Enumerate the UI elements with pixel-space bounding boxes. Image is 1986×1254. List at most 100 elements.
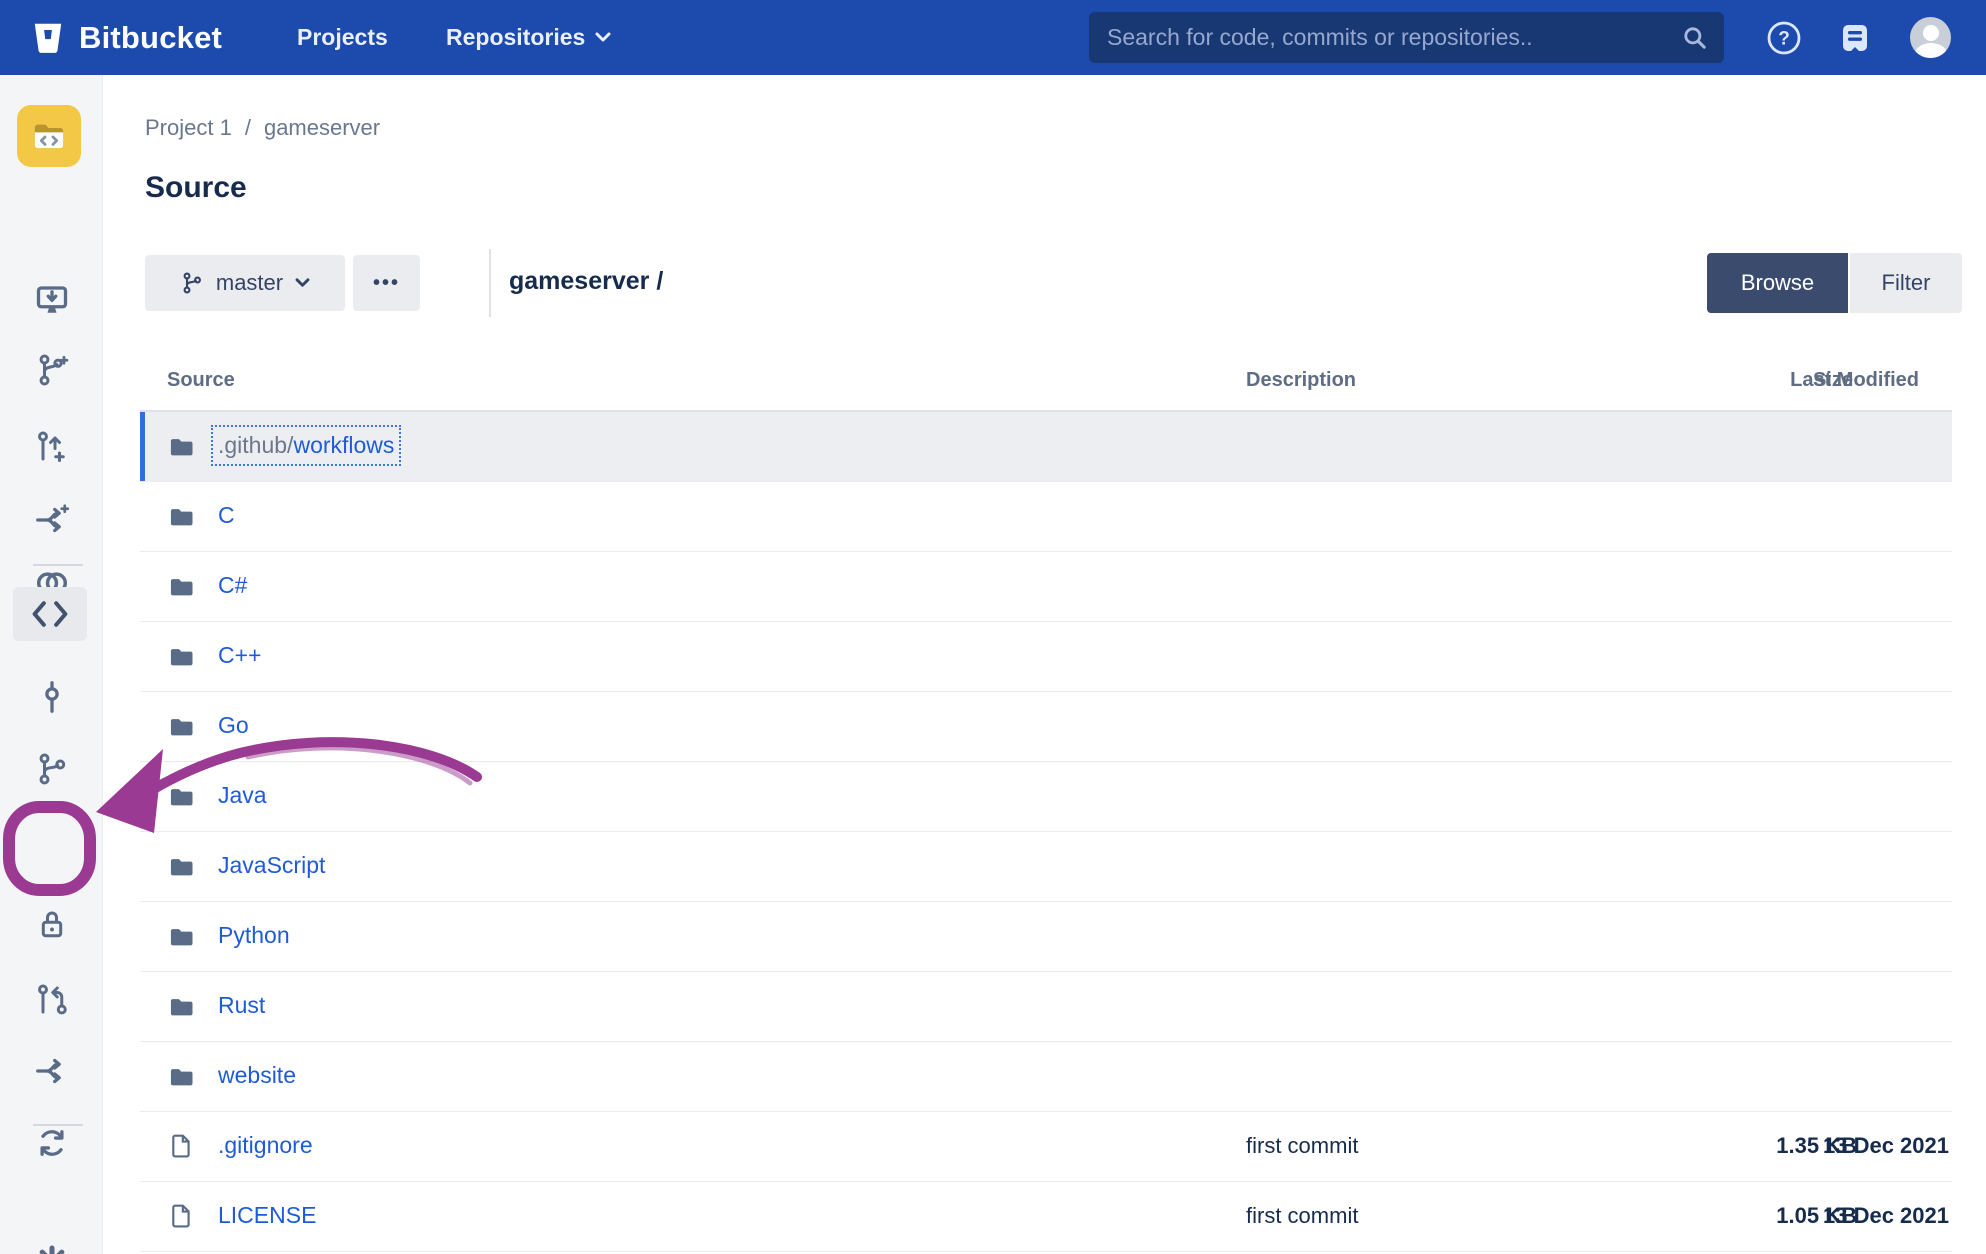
sidebar-item-repository[interactable] bbox=[17, 105, 81, 167]
folder-icon bbox=[168, 713, 196, 741]
chevron-down-icon bbox=[595, 32, 611, 43]
sidebar-item-forks[interactable] bbox=[0, 1053, 103, 1089]
folder-icon bbox=[168, 923, 196, 951]
bitbucket-app: Bitbucket Projects Repositories ? bbox=[0, 0, 1986, 1254]
nav-projects[interactable]: Projects bbox=[297, 0, 388, 75]
browse-button[interactable]: Browse bbox=[1707, 253, 1848, 313]
breadcrumb-repo[interactable]: gameserver bbox=[264, 115, 380, 141]
repository-folder-icon bbox=[29, 116, 69, 156]
security-lock-icon bbox=[34, 907, 70, 943]
create-branch-icon bbox=[34, 352, 70, 388]
sidebar-item-builds[interactable] bbox=[0, 1125, 103, 1161]
folder-link[interactable]: JavaScript bbox=[218, 852, 325, 879]
logo-text: Bitbucket bbox=[79, 20, 222, 56]
clone-icon bbox=[34, 282, 70, 318]
sidebar-item-pull-requests[interactable] bbox=[0, 982, 103, 1018]
toolbar-divider bbox=[489, 249, 491, 317]
nav-repositories[interactable]: Repositories bbox=[446, 0, 611, 75]
folder-link[interactable]: C# bbox=[218, 572, 247, 599]
folder-icon bbox=[168, 433, 196, 461]
folder-link[interactable]: Python bbox=[218, 922, 290, 949]
path-prefix: .github/ bbox=[218, 432, 293, 458]
feedback-button[interactable] bbox=[1833, 16, 1877, 60]
folder-icon bbox=[168, 783, 196, 811]
folder-link[interactable]: C bbox=[218, 502, 235, 529]
table-row: Python bbox=[140, 902, 1952, 972]
help-icon: ? bbox=[1766, 20, 1802, 56]
folder-link[interactable]: .github/workflows bbox=[218, 432, 394, 459]
feedback-icon bbox=[1837, 20, 1873, 56]
page-title: Source bbox=[145, 171, 247, 205]
table-row: .github/workflows bbox=[140, 412, 1952, 482]
file-link[interactable]: LICENSE bbox=[218, 1202, 316, 1229]
folder-icon bbox=[168, 993, 196, 1021]
table-row: LICENSEfirst commit1.05 KB13 Dec 2021 bbox=[140, 1182, 1952, 1252]
sidebar-item-create-pull-request[interactable] bbox=[0, 429, 103, 465]
file-table: Source Description Size Last Modified .g… bbox=[140, 355, 1952, 1252]
table-row: JavaScript bbox=[140, 832, 1952, 902]
table-row: website bbox=[140, 1042, 1952, 1112]
folder-link[interactable]: Rust bbox=[218, 992, 265, 1019]
pull-requests-icon bbox=[34, 982, 70, 1018]
folder-link[interactable]: website bbox=[218, 1062, 296, 1089]
row-description: first commit bbox=[1246, 1203, 1358, 1229]
search-icon[interactable] bbox=[1682, 25, 1708, 51]
table-row: Rust bbox=[140, 972, 1952, 1042]
column-header-last-modified: Last Modified bbox=[1790, 369, 1919, 392]
sidebar-item-source[interactable] bbox=[13, 587, 87, 641]
table-row: C++ bbox=[140, 622, 1952, 692]
settings-gear-icon bbox=[33, 1243, 71, 1254]
row-description: first commit bbox=[1246, 1133, 1358, 1159]
breadcrumb-separator: / bbox=[245, 115, 251, 141]
file-icon bbox=[168, 1133, 196, 1161]
bitbucket-logo[interactable]: Bitbucket bbox=[30, 0, 222, 75]
fork-repo-icon bbox=[34, 502, 70, 538]
folder-icon bbox=[168, 573, 196, 601]
sidebar-divider-top bbox=[33, 564, 83, 566]
table-row: Go bbox=[140, 692, 1952, 762]
folder-link[interactable]: C++ bbox=[218, 642, 261, 669]
avatar-silhouette bbox=[1923, 25, 1939, 41]
commits-icon bbox=[34, 679, 70, 715]
left-sidebar bbox=[0, 75, 103, 1254]
branch-icon bbox=[180, 271, 204, 295]
file-icon bbox=[168, 1203, 196, 1231]
svg-text:?: ? bbox=[1778, 29, 1790, 50]
breadcrumb: Project 1 / gameserver bbox=[145, 115, 380, 141]
search-input[interactable] bbox=[1089, 24, 1682, 51]
row-last-modified: 13 Dec 2021 bbox=[1823, 1203, 1949, 1229]
sidebar-item-clone[interactable] bbox=[0, 282, 103, 318]
breadcrumb-project[interactable]: Project 1 bbox=[145, 115, 232, 141]
repo-path-label: gameserver / bbox=[509, 267, 663, 296]
bitbucket-bucket-icon bbox=[30, 20, 66, 56]
global-search bbox=[1089, 12, 1724, 63]
more-actions-button[interactable]: ••• bbox=[353, 255, 420, 311]
sidebar-item-settings[interactable] bbox=[0, 1243, 103, 1254]
main-content: Project 1 / gameserver Source master ••• bbox=[103, 75, 1986, 1254]
sidebar-item-branches[interactable] bbox=[0, 751, 103, 787]
column-header-source: Source bbox=[167, 369, 235, 392]
help-button[interactable]: ? bbox=[1762, 16, 1806, 60]
table-row: Java bbox=[140, 762, 1952, 832]
folder-link[interactable]: Go bbox=[218, 712, 249, 739]
table-row: C# bbox=[140, 552, 1952, 622]
forks-icon bbox=[34, 1053, 70, 1089]
file-table-header: Source Description Size Last Modified bbox=[140, 355, 1952, 412]
sidebar-item-security[interactable] bbox=[0, 907, 103, 943]
create-pull-request-icon bbox=[34, 429, 70, 465]
sidebar-item-fork[interactable] bbox=[0, 502, 103, 538]
filter-button[interactable]: Filter bbox=[1850, 253, 1962, 313]
file-table-body: .github/workflows C C# C++ Go Java JavaScript P… bbox=[140, 412, 1952, 1252]
sidebar-divider-bottom bbox=[33, 1124, 83, 1126]
builds-sync-icon bbox=[34, 1125, 70, 1161]
source-code-icon bbox=[30, 597, 70, 631]
table-row: C bbox=[140, 482, 1952, 552]
branch-selector-button[interactable]: master bbox=[145, 255, 345, 311]
file-link[interactable]: .gitignore bbox=[218, 1132, 313, 1159]
sidebar-item-commits[interactable] bbox=[0, 679, 103, 715]
sidebar-item-create-branch[interactable] bbox=[0, 352, 103, 388]
folder-icon bbox=[168, 1063, 196, 1091]
table-row: .gitignorefirst commit1.35 KB13 Dec 2021 bbox=[140, 1112, 1952, 1182]
user-avatar[interactable] bbox=[1910, 17, 1951, 58]
folder-link[interactable]: Java bbox=[218, 782, 267, 809]
